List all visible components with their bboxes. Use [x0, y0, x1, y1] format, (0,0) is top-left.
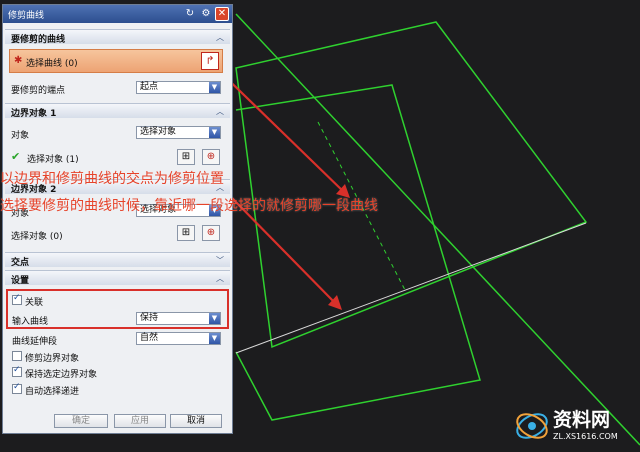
extension-dropdown[interactable]: 自然 ▼ — [136, 332, 221, 345]
keep-selected-label: 保持选定边界对象 — [25, 370, 98, 380]
boundary1-select-label[interactable]: 选择对象 (1) — [27, 152, 79, 165]
chevron-up-icon: ︿ — [216, 33, 224, 42]
trim-boundary-checkbox[interactable] — [12, 351, 22, 361]
chevron-down-icon: ▼ — [209, 127, 220, 138]
boundary1-object-value: 选择对象 — [140, 127, 177, 137]
section-intersection-header[interactable]: 交点 ﹀ — [5, 252, 230, 268]
green-curve-diagonal — [235, 13, 640, 446]
curve-select-icon[interactable]: ↱ — [201, 52, 219, 70]
endpoint-label: 要修剪的端点 — [11, 86, 66, 96]
chevron-down-icon: ﹀ — [216, 256, 224, 265]
checkmark-icon: ✔ — [11, 150, 21, 163]
dialog-title: 修剪曲线 — [8, 11, 45, 21]
section-intersection-title: 交点 — [11, 258, 30, 268]
chevron-up-icon: ︿ — [216, 107, 224, 116]
dialog-titlebar: 修剪曲线 ↻ ⚙ ✕ — [3, 5, 232, 23]
section-settings-title: 设置 — [11, 276, 30, 286]
extension-label: 曲线延伸段 — [12, 337, 58, 347]
select-curve-row[interactable]: ✱ 选择曲线 (0) ↱ — [9, 49, 223, 73]
section-boundary1-header[interactable]: 边界对象 1 ︿ — [5, 103, 230, 119]
gear-icon[interactable]: ⚙ — [199, 7, 213, 21]
auto-advance-checkbox[interactable] — [12, 382, 22, 394]
watermark-url: ZL.XS1616.COM — [553, 432, 618, 441]
boundary-line-white — [235, 222, 587, 354]
trim-boundary-label: 修剪边界对象 — [25, 354, 80, 364]
close-icon[interactable]: ✕ — [215, 7, 229, 21]
watermark-logo-icon — [516, 413, 548, 439]
green-curve-square-inner — [235, 84, 481, 421]
associative-checkbox[interactable] — [12, 293, 22, 305]
boundary2-select-label[interactable]: 选择对象 (0) — [11, 229, 63, 242]
trim-curve-dialog: 修剪曲线 ↻ ⚙ ✕ 要修剪的曲线 ︿ ✱ 选择曲线 (0) ↱ 要修剪的端点 … — [2, 4, 233, 434]
required-asterisk-icon: ✱ — [14, 55, 23, 66]
associative-label: 关联 — [25, 298, 44, 308]
cancel-button[interactable]: 取消 — [170, 414, 222, 428]
crosshair-icon[interactable]: ⊕ — [202, 149, 220, 165]
annotation-text-1: 以边界和修剪曲线的交点为修剪位置 — [0, 171, 224, 187]
apply-button[interactable]: 应用 — [114, 414, 166, 428]
watermark-brand: 资料网 — [553, 409, 611, 431]
boundary1-object-dropdown[interactable]: 选择对象 ▼ — [136, 126, 221, 139]
point-constructor-icon[interactable]: ⊞ — [177, 149, 195, 165]
endpoint-dropdown[interactable]: 起点 ▼ — [136, 81, 221, 94]
keep-selected-checkbox[interactable] — [12, 365, 22, 377]
annotation-text-2: 选择要修剪的曲线时候，靠近哪一段选择的就修剪哪一段曲线 — [0, 198, 378, 214]
chevron-up-icon: ︿ — [216, 274, 224, 283]
input-curve-label: 输入曲线 — [12, 317, 49, 327]
ok-button[interactable]: 确定 — [54, 414, 108, 428]
input-curve-dropdown[interactable]: 保持 ▼ — [136, 312, 221, 325]
section-curve-title: 要修剪的曲线 — [11, 35, 66, 45]
point-constructor-icon[interactable]: ⊞ — [177, 225, 195, 241]
chevron-down-icon: ▼ — [209, 313, 220, 324]
extension-value: 自然 — [140, 333, 159, 343]
section-settings-header[interactable]: 设置 ︿ — [5, 270, 230, 286]
chevron-down-icon: ▼ — [209, 333, 220, 344]
endpoint-value: 起点 — [140, 82, 159, 92]
watermark: 资料网 ZL.XS1616.COM — [513, 405, 638, 447]
auto-advance-label: 自动选择递进 — [25, 387, 80, 397]
section-curve-header[interactable]: 要修剪的曲线 ︿ — [5, 29, 230, 45]
boundary1-object-label: 对象 — [11, 131, 30, 141]
rotate-icon[interactable]: ↻ — [183, 7, 197, 21]
select-curve-label: 选择曲线 (0) — [26, 59, 78, 69]
chevron-down-icon: ▼ — [209, 82, 220, 93]
crosshair-icon[interactable]: ⊕ — [202, 225, 220, 241]
input-curve-value: 保持 — [140, 313, 159, 323]
section-boundary1-title: 边界对象 1 — [11, 109, 57, 119]
